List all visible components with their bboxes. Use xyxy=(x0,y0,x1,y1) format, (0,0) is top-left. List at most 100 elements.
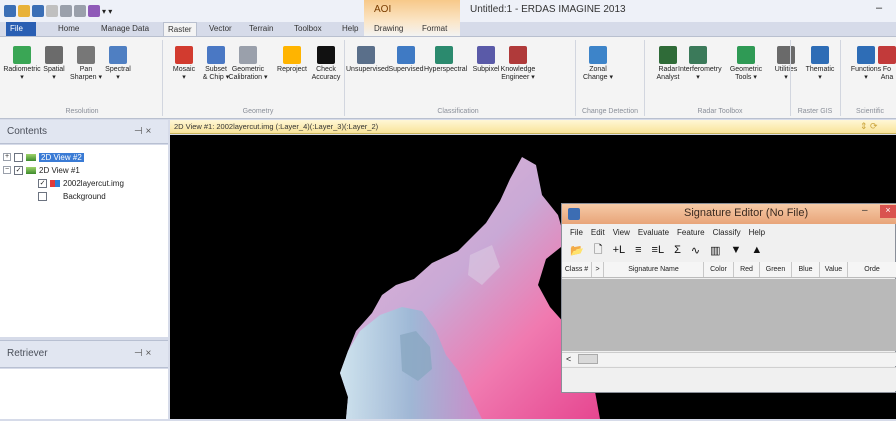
open-icon[interactable] xyxy=(18,5,30,17)
signature-editor-minimize-button[interactable]: – xyxy=(862,205,868,216)
group-label-change-detection: Change Detection xyxy=(581,108,639,115)
replace-signature-icon[interactable]: ≡ xyxy=(635,244,641,256)
ribbon-button-interferometry[interactable]: Interferometry ▾ xyxy=(678,46,722,82)
scroll-thumb[interactable] xyxy=(578,354,598,364)
signature-editor-toolbar: 📂 🗋 +L ≡ ≡L Σ ∿ ▥ ▼ ▲ xyxy=(562,240,896,260)
column-green[interactable]: Green xyxy=(760,262,792,277)
tree-item[interactable]: − ✓ 2D View #1 xyxy=(3,164,80,176)
menu-feature[interactable]: Feature xyxy=(677,228,705,237)
ribbon-button-label: Fo xyxy=(882,66,892,73)
add-signature-icon[interactable]: +L xyxy=(613,244,626,256)
zonal-icon xyxy=(589,46,607,64)
view-header-icons[interactable]: ⇕ ⟳ xyxy=(860,121,878,132)
tab-file[interactable]: File xyxy=(6,22,36,36)
column-order[interactable]: Orde xyxy=(848,262,896,277)
move-down-icon[interactable]: ▼ xyxy=(731,244,742,256)
ribbon-button-supervised[interactable]: Supervised xyxy=(386,46,426,74)
move-up-icon[interactable]: ▲ xyxy=(751,244,762,256)
tree-item[interactable]: +2D View #2 xyxy=(3,151,84,163)
mean-plot-icon[interactable]: ∿ xyxy=(691,244,700,257)
hyperspectral-icon xyxy=(435,46,453,64)
ribbon-button-label: Supervised xyxy=(388,66,424,73)
group-label-geometry: Geometry xyxy=(242,108,274,115)
horizontal-scrollbar[interactable] xyxy=(562,352,896,366)
group-divider xyxy=(644,40,645,116)
menu-classify[interactable]: Classify xyxy=(713,228,741,237)
column-class-number[interactable]: Class # xyxy=(562,262,592,277)
tab-format[interactable]: Format xyxy=(418,22,451,36)
raster-layer-icon xyxy=(50,179,60,187)
spatial-icon xyxy=(45,46,63,64)
menu-view[interactable]: View xyxy=(613,228,630,237)
paint-icon[interactable] xyxy=(88,5,100,17)
tree-item[interactable]: ✓ 2002layercut.img xyxy=(38,177,124,189)
new-icon[interactable]: 🗋 xyxy=(594,241,603,260)
app-icon[interactable] xyxy=(4,5,16,17)
layer-icon[interactable] xyxy=(60,5,72,17)
column-value[interactable]: Value xyxy=(820,262,848,277)
ribbon-button-sublabel: ▾ xyxy=(818,74,822,81)
group-divider xyxy=(840,40,841,116)
tab-manage-data[interactable]: Manage Data xyxy=(97,22,153,36)
ribbon-button-sublabel: Ana xyxy=(880,74,894,81)
ribbon-button-label: Geometric xyxy=(231,66,265,73)
minimize-button[interactable]: – xyxy=(876,2,882,14)
menu-file[interactable]: File xyxy=(570,228,583,237)
window-title: Untitled:1 - ERDAS IMAGINE 2013 xyxy=(470,4,626,15)
layer-visibility-checkbox[interactable] xyxy=(38,191,47,201)
ribbon-button-unsupervised[interactable]: Unsupervised xyxy=(346,46,389,74)
retriever-panel-controls[interactable]: ⊣ × xyxy=(134,348,151,359)
scroll-left-button[interactable]: < xyxy=(566,354,571,364)
tree-item-label: 2002layercut.img xyxy=(63,178,124,188)
menu-help[interactable]: Help xyxy=(749,228,765,237)
subpixel-icon xyxy=(477,46,495,64)
tab-toolbox[interactable]: Toolbox xyxy=(290,22,326,36)
tab-drawing[interactable]: Drawing xyxy=(370,22,407,36)
ribbon-button-spectral[interactable]: Spectral ▾ xyxy=(98,46,138,82)
column-color[interactable]: Color xyxy=(704,262,734,277)
signature-editor-close-button[interactable]: × xyxy=(880,205,896,218)
ribbon-button-hyperspectral[interactable]: Hyperspectral xyxy=(424,46,467,74)
customize-qat-icon[interactable]: ▾ ▾ xyxy=(102,7,112,16)
column-red[interactable]: Red xyxy=(734,262,760,277)
ribbon-button-zonal[interactable]: Zonal Change ▾ xyxy=(578,46,618,82)
tab-raster[interactable]: Raster xyxy=(163,22,197,36)
tab-terrain[interactable]: Terrain xyxy=(245,22,277,36)
statistics-icon[interactable]: Σ xyxy=(674,244,681,256)
open-icon[interactable]: 📂 xyxy=(570,244,584,257)
tool-icon[interactable] xyxy=(74,5,86,17)
ribbon-button-fo[interactable]: Fo Ana xyxy=(878,46,896,82)
ribbon-button-check[interactable]: Check Accuracy xyxy=(306,46,346,82)
view-icon[interactable] xyxy=(46,5,58,17)
context-tab-label: AOI xyxy=(374,4,392,15)
tab-help[interactable]: Help xyxy=(338,22,362,36)
merge-signature-icon[interactable]: ≡L xyxy=(652,244,665,256)
column-current[interactable]: > xyxy=(592,262,604,277)
group-divider xyxy=(790,40,791,116)
ribbon-button-knowledge[interactable]: Knowledge Engineer ▾ xyxy=(498,46,538,82)
tree-expander-icon[interactable]: − xyxy=(3,166,11,174)
contents-panel-controls[interactable]: ⊣ × xyxy=(134,126,151,137)
ribbon-button-thematic[interactable]: Thematic ▾ xyxy=(800,46,840,82)
group-label-radar-toolbox: Radar Toolbox xyxy=(697,108,743,115)
signature-table-body[interactable] xyxy=(562,279,896,351)
utilities-icon xyxy=(777,46,795,64)
layer-visibility-checkbox[interactable] xyxy=(14,152,23,162)
ribbon-button-sublabel: ▾ xyxy=(696,74,700,81)
layer-visibility-checkbox[interactable]: ✓ xyxy=(38,178,47,188)
menu-edit[interactable]: Edit xyxy=(591,228,605,237)
layer-visibility-checkbox[interactable]: ✓ xyxy=(14,165,23,175)
ribbon-button-geometric[interactable]: Geometric Calibration ▾ xyxy=(228,46,268,82)
ribbon-button-sublabel: ▾ xyxy=(116,74,120,81)
save-icon[interactable] xyxy=(32,5,44,17)
column-signature-name[interactable]: Signature Name xyxy=(604,262,704,277)
menu-evaluate[interactable]: Evaluate xyxy=(638,228,669,237)
tab-home[interactable]: Home xyxy=(54,22,83,36)
column-blue[interactable]: Blue xyxy=(792,262,820,277)
tab-vector[interactable]: Vector xyxy=(205,22,236,36)
histogram-icon[interactable]: ▥ xyxy=(710,244,720,257)
tree-expander-icon[interactable]: + xyxy=(3,153,11,161)
tree-item[interactable]: Background xyxy=(38,190,106,202)
functions-icon xyxy=(857,46,875,64)
ribbon-button-geometric[interactable]: Geometric Tools ▾ xyxy=(726,46,766,82)
